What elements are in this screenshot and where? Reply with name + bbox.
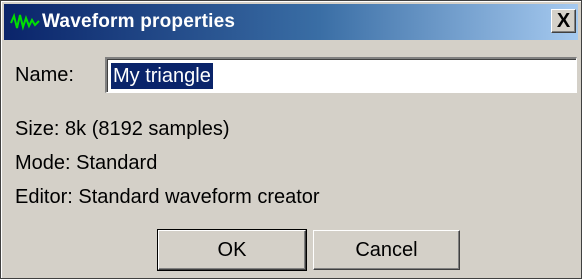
title-bar[interactable]: Waveform properties X [4, 4, 578, 40]
name-label: Name: [15, 64, 74, 86]
ok-button-label: OK [217, 238, 247, 261]
editor-info: Editor: Standard waveform creator [15, 186, 320, 208]
close-button[interactable]: X [551, 9, 576, 33]
waveform-icon [8, 7, 42, 37]
waveform-properties-dialog: Waveform properties X Name: My triangle … [0, 0, 582, 279]
mode-info: Mode: Standard [15, 152, 158, 174]
window-title: Waveform properties [42, 11, 236, 32]
size-info: Size: 8k (8192 samples) [15, 118, 230, 140]
name-input-value: My triangle [111, 62, 213, 89]
cancel-button[interactable]: Cancel [313, 230, 460, 270]
name-input[interactable]: My triangle [105, 57, 577, 93]
close-icon: X [556, 10, 571, 32]
cancel-button-label: Cancel [355, 238, 418, 261]
ok-button[interactable]: OK [157, 229, 307, 271]
